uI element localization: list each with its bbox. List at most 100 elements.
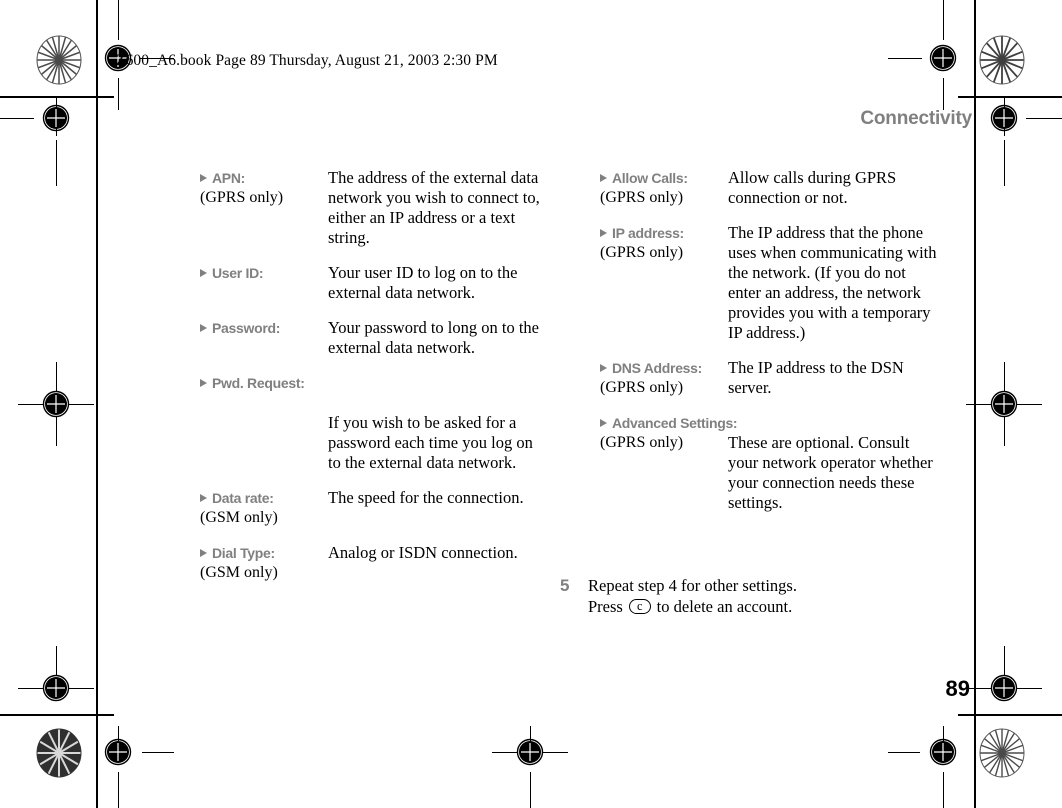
term-label: IP address: [612, 225, 684, 241]
definition-description: These are optional. Consult your network… [728, 433, 933, 512]
definition-term: Password: [200, 318, 328, 338]
triangle-bullet-icon [600, 419, 607, 427]
term-label: DNS Address: [612, 360, 703, 376]
crop-line-top-left-v2 [118, 78, 119, 110]
registration-target-left-upper [42, 104, 70, 132]
crop-line-left-center-v2 [56, 416, 57, 446]
term-line: Pwd. Request: [200, 373, 328, 393]
definition-description: Analog or ISDN connection. [328, 543, 518, 562]
definition-description: Your user ID to log on to the external d… [328, 263, 518, 302]
definition-term: Allow Calls: (GPRS only) [600, 168, 728, 208]
registration-target-bottom-left [104, 738, 132, 766]
definition-description: Your password to long on to the external… [328, 318, 539, 357]
definition-description: Allow calls during GPRS connection or no… [728, 168, 897, 207]
definition-term: Dial Type: (GSM only) [200, 543, 328, 583]
registration-target-bottom-center [516, 738, 544, 766]
definition-row: DNS Address: (GPRS only) The IP address … [600, 358, 940, 398]
crop-line-left-low-v [56, 646, 57, 676]
term-line: Data rate: [200, 488, 328, 508]
registration-target-right-upper [990, 104, 1018, 132]
term-line: User ID: [200, 263, 328, 283]
definition-description: The speed for the connection. [328, 488, 524, 507]
star-density-target-bottom-right [979, 728, 1025, 778]
term-line: APN: [200, 168, 328, 188]
definition-row: Password: Your password to long on to th… [200, 318, 540, 358]
crop-line-top-left-v [118, 0, 119, 40]
term-line: DNS Address: [600, 358, 728, 378]
term-qualifier: (GPRS only) [200, 189, 284, 206]
definition-term: APN: (GPRS only) [200, 168, 328, 208]
definition-row: APN: (GPRS only) The address of the exte… [200, 168, 540, 248]
definition-row: User ID: Your user ID to log on to the e… [200, 263, 540, 303]
term-qualifier: (GPRS only) [600, 189, 684, 206]
term-qualifier: (GPRS only) [600, 244, 684, 261]
crop-line-bottom-left-v [118, 726, 119, 754]
crop-line-left-center-h2 [68, 404, 94, 405]
triangle-bullet-icon [200, 324, 207, 332]
definition-row: Dial Type: (GSM only) Analog or ISDN con… [200, 543, 540, 583]
crop-line-bottom-left-v2 [118, 772, 119, 808]
triangle-bullet-icon [200, 379, 207, 387]
crop-line-left-center-v [56, 362, 57, 392]
term-label: Dial Type: [212, 545, 275, 561]
step-text: Repeat step 4 for other settings. Press … [588, 575, 797, 617]
step-line-2: Press c to delete an account. [588, 596, 797, 617]
definition-term: IP address: (GPRS only) [600, 223, 728, 263]
term-label: Allow Calls: [612, 170, 688, 186]
numbered-step: 5 Repeat step 4 for other settings. Pres… [560, 575, 797, 617]
term-qualifier: (GSM only) [200, 564, 278, 581]
trim-rule-top [0, 96, 114, 98]
definition-description: If you wish to be asked for a password e… [328, 413, 533, 472]
term-line: Advanced Settings: [600, 413, 738, 433]
triangle-bullet-icon [200, 494, 207, 502]
definition-column-right: Allow Calls: (GPRS only) Allow calls dur… [600, 168, 940, 528]
registration-target-right-center [990, 390, 1018, 418]
definition-term: Pwd. Request: [200, 373, 328, 393]
crop-line-bottom-right-h [888, 752, 920, 753]
definition-description: The IP address that the phone uses when … [728, 223, 937, 342]
crop-line-left-mid-v [56, 96, 57, 136]
trim-rule-bottom [0, 714, 114, 716]
triangle-bullet-icon [600, 229, 607, 237]
definition-description: The IP address to the DSN server. [728, 358, 904, 397]
crop-line-left-mid-h [0, 118, 34, 119]
page-number: 89 [945, 676, 970, 701]
registration-target-top-right [929, 44, 957, 72]
crop-line-bottom-right-v2 [943, 772, 944, 808]
term-label: Password: [212, 320, 281, 336]
trim-rule-top-right [958, 96, 1062, 98]
crop-line-top-right-h [888, 58, 922, 59]
crop-line-right-center-h [966, 404, 992, 405]
crop-line-bottom-center-v2 [530, 772, 531, 808]
term-line: Password: [200, 318, 328, 338]
triangle-bullet-icon [200, 174, 207, 182]
star-density-target-top-left [36, 35, 82, 85]
book-file-header: Z600_A6.book Page 89 Thursday, August 21… [116, 52, 498, 69]
crop-line-left-mid-v2 [56, 140, 57, 186]
term-label: APN: [212, 170, 246, 186]
crop-line-left-low-h2 [68, 688, 94, 689]
definition-term: User ID: [200, 263, 328, 283]
crop-line-bottom-center-h [492, 752, 518, 753]
crop-line-right-low-v [1004, 646, 1005, 676]
trim-line-right [974, 0, 976, 808]
term-label: Pwd. Request: [212, 375, 305, 391]
crop-line-right-center-v [1004, 362, 1005, 392]
definition-term: DNS Address: (GPRS only) [600, 358, 728, 398]
definition-row: Allow Calls: (GPRS only) Allow calls dur… [600, 168, 940, 208]
trim-line-left [96, 0, 98, 808]
term-line: Dial Type: [200, 543, 328, 563]
definition-term: Advanced Settings: (GPRS only) [600, 413, 738, 453]
star-density-target-bottom-left [36, 728, 82, 778]
term-qualifier: (GPRS only) [600, 434, 684, 451]
crop-line-top-right-v [943, 0, 944, 40]
registration-target-bottom-right [929, 738, 957, 766]
crop-line-right-mid-v [1004, 96, 1005, 136]
term-label: Advanced Settings: [612, 415, 738, 431]
term-line: IP address: [600, 223, 728, 243]
step-trailing-text: to delete an account. [656, 597, 793, 616]
term-line: Allow Calls: [600, 168, 728, 188]
term-label: Data rate: [212, 490, 274, 506]
step-line-1: Repeat step 4 for other settings. [588, 576, 797, 595]
registration-target-left-center [42, 390, 70, 418]
